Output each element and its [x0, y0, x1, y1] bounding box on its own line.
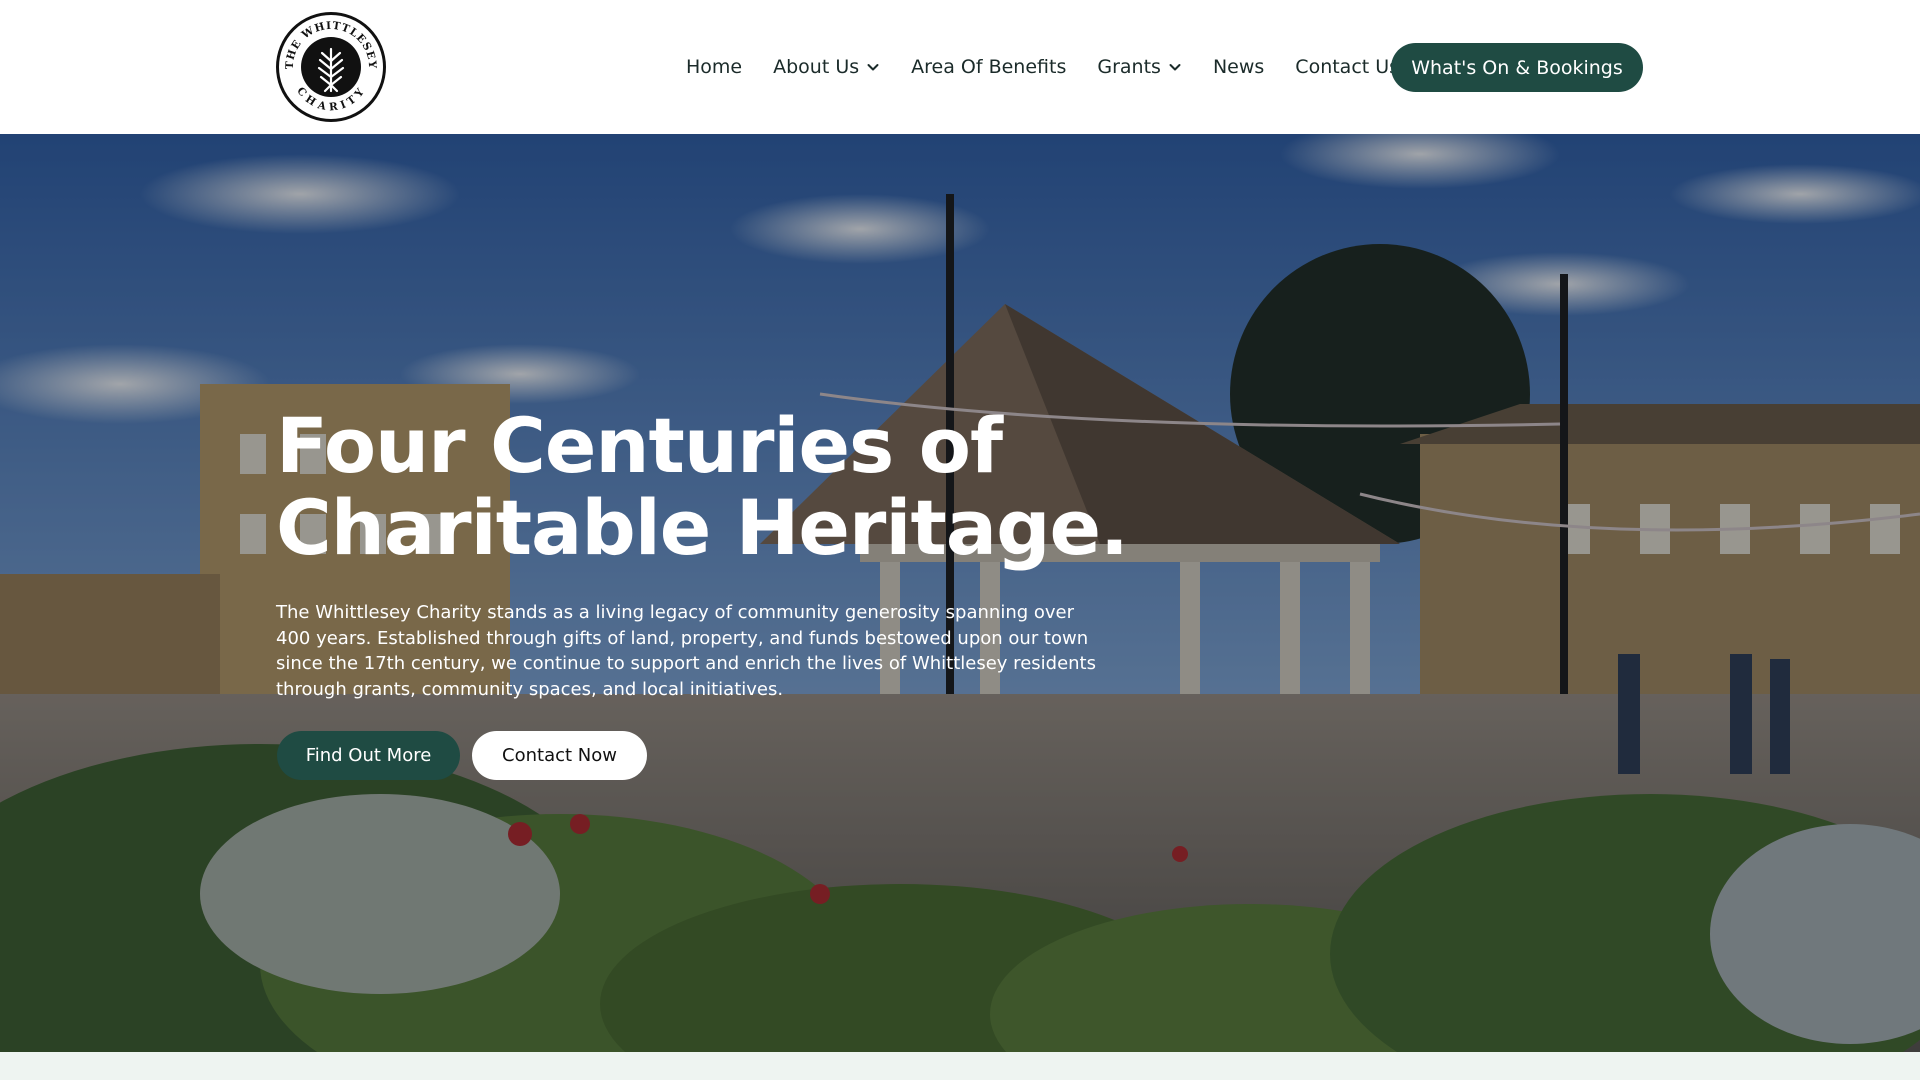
next-section-band — [0, 1052, 1920, 1080]
nav-item-home[interactable]: Home — [686, 56, 742, 78]
main-nav: Home About Us Area Of Benefits Grants Ne… — [686, 42, 1430, 92]
find-out-more-button[interactable]: Find Out More — [277, 731, 460, 780]
charity-logo[interactable]: THE WHITTLESEY CHARITY — [276, 12, 386, 122]
nav-item-area-of-benefits[interactable]: Area Of Benefits — [911, 56, 1066, 78]
hero-title-line-1: Four Centuries of — [276, 401, 1003, 490]
nav-item-label: Home — [686, 56, 743, 78]
hero-section: Four Centuries of Charitable Heritage. T… — [0, 134, 1920, 1052]
nav-item-label: About Us — [773, 56, 860, 78]
nav-item-news[interactable]: News — [1213, 56, 1264, 78]
nav-item-label: Contact Us — [1295, 56, 1400, 78]
hero-title-line-2: Charitable Heritage. — [276, 483, 1129, 572]
logo-emblem-icon: THE WHITTLESEY CHARITY — [281, 17, 381, 117]
nav-item-label: Grants — [1097, 56, 1161, 78]
nav-item-about-us[interactable]: About Us — [773, 56, 880, 78]
whats-on-bookings-button[interactable]: What's On & Bookings — [1391, 43, 1643, 92]
nav-item-grants[interactable]: Grants — [1097, 56, 1182, 78]
nav-item-contact-us[interactable]: Contact Us — [1295, 56, 1399, 78]
nav-item-label: Area Of Benefits — [911, 56, 1067, 78]
hero-title: Four Centuries of Charitable Heritage. — [276, 405, 1176, 569]
site-header: THE WHITTLESEY CHARITY Home About Us Are… — [0, 0, 1920, 134]
chevron-down-icon — [1169, 64, 1181, 71]
hero-overlay — [0, 134, 1920, 1052]
hero-description: The Whittlesey Charity stands as a livin… — [276, 602, 1096, 700]
nav-item-label: News — [1212, 56, 1265, 78]
contact-now-button[interactable]: Contact Now — [472, 731, 647, 780]
chevron-down-icon — [867, 64, 879, 71]
